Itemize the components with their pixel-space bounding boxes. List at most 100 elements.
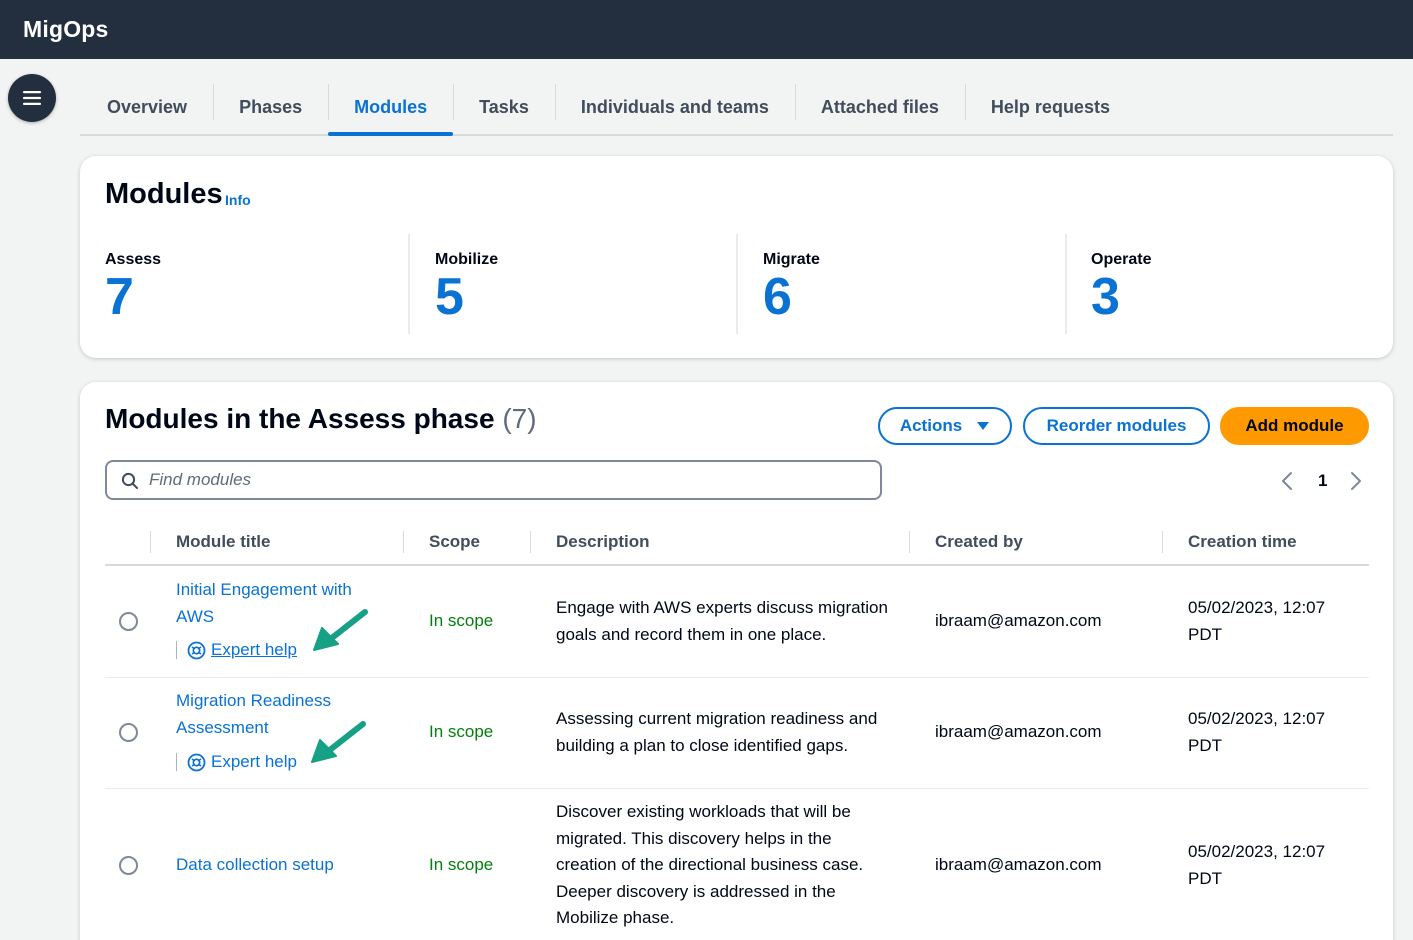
created-by: ibraam@amazon.com: [935, 855, 1102, 874]
created-by: ibraam@amazon.com: [935, 611, 1102, 630]
expert-help-link[interactable]: Expert help: [176, 640, 297, 660]
tab-attached-files[interactable]: Attached files: [794, 80, 965, 134]
description-line: creation of the directional business cas…: [556, 855, 864, 874]
creation-time: 05/02/2023, 12:07 PDT: [1188, 595, 1325, 648]
phase-table-title: Modules in the Assess phase (7): [105, 403, 537, 435]
phase-module-count: (7): [502, 403, 537, 434]
chevron-right-icon[interactable]: [1347, 471, 1363, 491]
scope-status: In scope: [429, 722, 494, 741]
row-divider: [105, 677, 1369, 678]
stat-mobilize: Mobilize 5: [435, 234, 498, 334]
menu-icon: [23, 91, 41, 105]
tab-help-requests[interactable]: Help requests: [964, 80, 1136, 134]
description-line: Discover existing workloads that will be: [556, 802, 851, 821]
expert-help-label: Expert help: [211, 752, 297, 771]
tab-tasks[interactable]: Tasks: [453, 80, 555, 134]
description-line: Engage with AWS experts discuss migratio…: [556, 598, 888, 617]
stat-label: Assess: [105, 251, 162, 268]
scope-status: In scope: [429, 611, 494, 630]
description-line: Deeper discovery is addressed in the: [556, 881, 836, 901]
brand-title[interactable]: MigOps: [23, 16, 109, 43]
row-select-radio[interactable]: [119, 856, 138, 875]
search-icon: [121, 472, 138, 489]
stat-label: Mobilize: [435, 251, 499, 268]
add-module-button[interactable]: Add module: [1220, 407, 1369, 445]
stat-value[interactable]: 6: [763, 271, 820, 323]
creation-time-line: 05/02/2023, 12:07: [1188, 598, 1326, 617]
tab-modules[interactable]: Modules: [328, 80, 454, 136]
row-divider: [105, 788, 1369, 789]
module-description: Discover existing workloads that will be…: [556, 799, 863, 932]
expert-help-icon: [187, 641, 206, 659]
description-line: goals and record them in one place.: [556, 624, 827, 644]
stat-divider: [736, 234, 738, 334]
stat-operate: Operate 3: [1091, 234, 1151, 334]
phase-modules-card: Modules in the Assess phase (7) Actions …: [80, 382, 1393, 940]
caret-down-icon: [977, 422, 990, 430]
pagination: 1: [1280, 469, 1363, 493]
description-line: migrated. This discovery helps in the: [556, 828, 832, 848]
tab-individuals-and-teams[interactable]: Individuals and teams: [554, 80, 795, 134]
info-link[interactable]: Info: [225, 192, 251, 208]
tab-overview[interactable]: Overview: [80, 80, 213, 134]
stat-migrate: Migrate 6: [763, 234, 820, 334]
menu-button[interactable]: [8, 74, 56, 122]
stat-value[interactable]: 7: [105, 271, 161, 323]
stat-divider: [1065, 234, 1067, 334]
table-header-border: [105, 564, 1369, 566]
modules-summary-card: Modules Info Assess 7 Mobilize 5 Migrate…: [80, 156, 1393, 358]
tab-phases[interactable]: Phases: [213, 80, 328, 134]
page-number[interactable]: 1: [1318, 471, 1327, 491]
column-divider: [150, 531, 151, 553]
module-title-line: Initial Engagement with: [176, 580, 352, 599]
column-divider: [909, 531, 910, 553]
description-line: building a plan to close identified gaps…: [556, 735, 849, 755]
module-title-link[interactable]: Data collection setup: [176, 852, 334, 879]
creation-time: 05/02/2023, 12:07 PDT: [1188, 706, 1325, 759]
creation-time: 05/02/2023, 12:07 PDT: [1188, 839, 1325, 892]
top-navigation-bar: MigOps: [0, 0, 1413, 59]
expert-help-divider: [176, 753, 177, 771]
expert-help-divider: [176, 641, 177, 659]
created-by: ibraam@amazon.com: [935, 722, 1102, 741]
creation-time-line: PDT: [1188, 624, 1222, 644]
stat-value[interactable]: 5: [435, 271, 498, 323]
expert-help-icon: [187, 753, 206, 771]
tab-bar: Overview Phases Modules Tasks Individual…: [80, 80, 1393, 136]
description-line: Assessing current migration readiness an…: [556, 709, 878, 728]
row-select-radio[interactable]: [119, 612, 138, 631]
column-header-creation-time[interactable]: Creation time: [1188, 532, 1297, 552]
column-header-module-title[interactable]: Module title: [176, 532, 270, 552]
creation-time-line: PDT: [1188, 868, 1222, 888]
summary-title: Modules: [105, 178, 223, 210]
column-header-description[interactable]: Description: [556, 532, 650, 552]
actions-label: Actions: [899, 416, 963, 435]
annotation-arrow: [311, 721, 366, 763]
annotation-arrow: [313, 609, 368, 651]
chevron-left-icon[interactable]: [1280, 471, 1296, 491]
expert-help-link[interactable]: Expert help: [176, 752, 297, 772]
creation-time-line: 05/02/2023, 12:07: [1188, 709, 1326, 728]
stat-assess: Assess 7: [105, 234, 161, 334]
expert-help-label: Expert help: [211, 640, 297, 659]
column-divider: [403, 531, 404, 553]
column-header-created-by[interactable]: Created by: [935, 532, 1023, 552]
creation-time-line: 05/02/2023, 12:07: [1188, 842, 1326, 861]
find-modules-search: [105, 460, 882, 500]
search-input[interactable]: [149, 469, 869, 491]
row-select-radio[interactable]: [119, 723, 138, 742]
creation-time-line: PDT: [1188, 735, 1222, 755]
stat-value[interactable]: 3: [1091, 271, 1151, 323]
description-line: Mobilize phase.: [556, 908, 675, 927]
reorder-modules-button[interactable]: Reorder modules: [1023, 407, 1210, 445]
module-description: Engage with AWS experts discuss migratio…: [556, 595, 888, 648]
module-description: Assessing current migration readiness an…: [556, 706, 877, 759]
actions-button[interactable]: Actions: [878, 407, 1012, 445]
column-header-scope[interactable]: Scope: [429, 532, 480, 552]
column-divider: [530, 531, 531, 553]
stat-label: Migrate: [763, 251, 820, 268]
stat-divider: [408, 234, 410, 334]
column-divider: [1162, 531, 1163, 553]
stat-label: Operate: [1091, 251, 1152, 268]
module-title-line: Migration Readiness: [176, 691, 331, 710]
